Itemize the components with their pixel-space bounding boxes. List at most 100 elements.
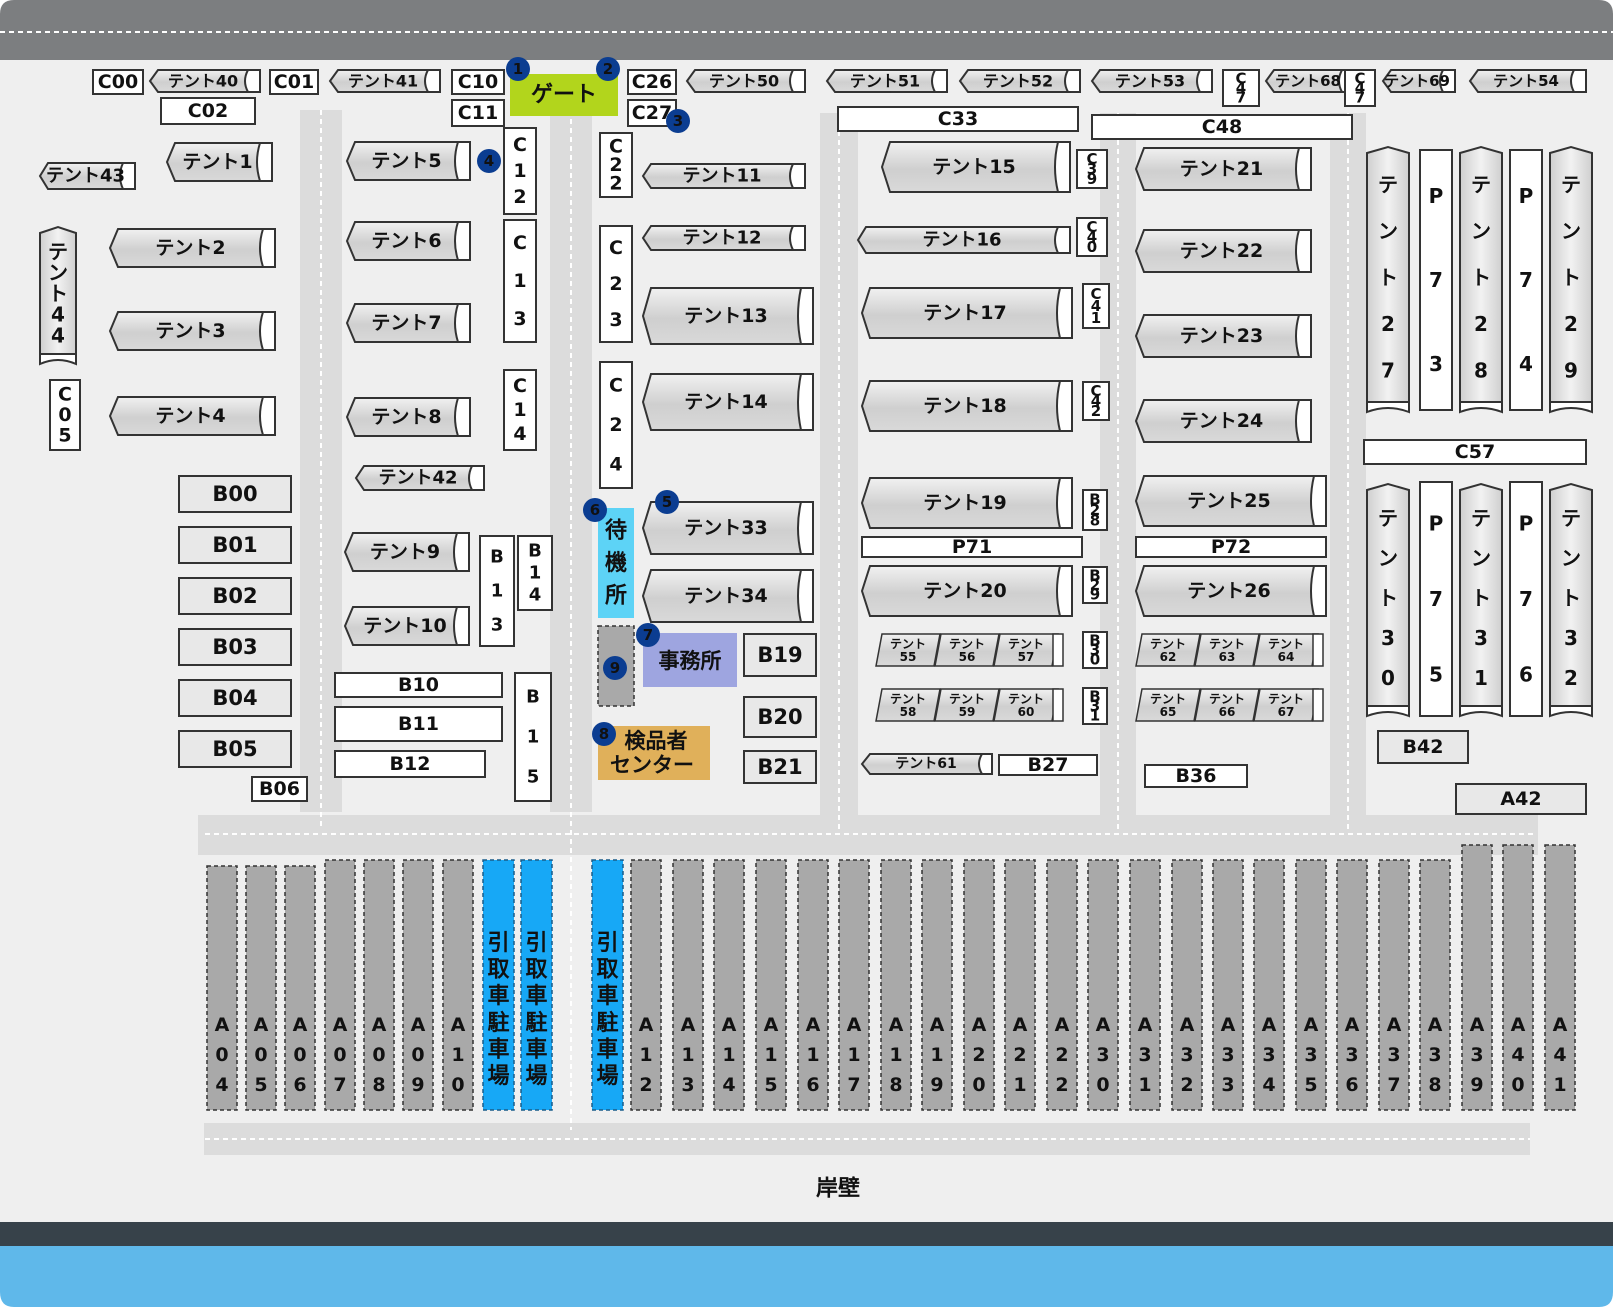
lot-B06[interactable]: B06 [251,776,308,802]
lot-C26[interactable]: C26 [627,69,677,95]
lot-B20[interactable]: B20 [743,696,817,738]
lot-C12[interactable]: C 1 2 [503,127,537,215]
lot-C41[interactable]: C41 [1082,283,1110,329]
tent-テント24[interactable]: テント24 [1134,399,1312,443]
tent-テント12[interactable]: テント12 [641,225,806,251]
tent-テント58[interactable]: テント58 [875,688,941,722]
lot-C47[interactable]: C47 [1222,69,1260,107]
lot-B11[interactable]: B11 [334,706,503,742]
tent-テント27[interactable]: テント 2 7 [1366,145,1410,414]
tent-テント55[interactable]: テント55 [875,633,941,667]
lot-A19[interactable]: A 1 9 [921,859,953,1111]
tent-テント9[interactable]: テント9 [343,532,470,572]
waiting-area[interactable]: 待機所 [598,508,634,618]
tent-テント66[interactable]: テント66 [1194,688,1260,722]
lot-A20[interactable]: A 2 0 [963,859,995,1111]
tent-テント51[interactable]: テント51 [825,69,948,93]
lot-B12[interactable]: B12 [334,750,486,778]
lot-C47[interactable]: C47 [1344,69,1376,107]
lot-C33[interactable]: C33 [837,106,1079,132]
lot-C57[interactable]: C57 [1363,439,1587,465]
lot-A39[interactable]: A 3 9 [1461,844,1493,1111]
badge-6[interactable]: 6 [583,498,607,522]
tent-テント56[interactable]: テント56 [934,633,1000,667]
tent-テント13[interactable]: テント13 [641,287,814,345]
badge-1[interactable]: 1 [506,57,530,81]
tent-テント4[interactable]: テント4 [108,396,276,436]
badge-4[interactable]: 4 [477,149,501,173]
lot-B21[interactable]: B21 [743,750,817,784]
lot-A15[interactable]: A 1 5 [755,859,787,1111]
lot-C39[interactable]: C39 [1076,149,1108,189]
tent-テント26[interactable]: テント26 [1134,565,1327,617]
tent-テント1[interactable]: テント1 [165,142,273,182]
lot-B29[interactable]: B29 [1082,566,1108,604]
lot-B10[interactable]: B10 [334,672,503,698]
tent-テント50[interactable]: テント50 [685,69,806,93]
lot-B14[interactable]: B14 [517,535,553,611]
lot-C11[interactable]: C11 [451,99,505,127]
lot-B13[interactable]: B 1 3 [479,535,515,647]
lot-C02[interactable]: C02 [160,97,256,125]
tent-テント53[interactable]: テント53 [1090,69,1213,93]
tent-テント10[interactable]: テント10 [343,606,470,646]
tent-テント7[interactable]: テント7 [345,303,471,343]
tent-テント43[interactable]: テント43 [38,162,136,190]
lot-C10[interactable]: C10 [451,69,505,95]
tent-テント60[interactable]: テント60 [993,688,1059,722]
lot-A09[interactable]: A 0 9 [402,859,434,1111]
lot-P75[interactable]: P 7 5 [1419,481,1453,717]
lot-B36[interactable]: B36 [1144,764,1248,788]
badge-8[interactable]: 8 [592,722,616,746]
lot-B27[interactable]: B27 [998,754,1098,776]
lot-A10[interactable]: A 1 0 [442,859,474,1111]
tent-テント18[interactable]: テント18 [860,380,1073,432]
tent-テント17[interactable]: テント17 [860,287,1073,339]
tent-テント67[interactable]: テント67 [1253,688,1319,722]
tent-テント41[interactable]: テント41 [328,69,441,93]
tent-テント29[interactable]: テント 2 9 [1549,145,1593,414]
tent-テント16[interactable]: テント16 [856,226,1071,254]
lot-B00[interactable]: B00 [178,475,292,513]
badge-9[interactable]: 9 [603,656,627,680]
tent-テント63[interactable]: テント63 [1194,633,1260,667]
tent-テント3[interactable]: テント3 [108,311,276,351]
lot-C24[interactable]: C 2 4 [599,361,633,489]
lot-P76[interactable]: P 7 6 [1509,481,1543,717]
lot-A05[interactable]: A 0 5 [245,865,277,1111]
lot-A42[interactable]: A42 [1455,783,1587,815]
tent-テント54[interactable]: テント54 [1468,69,1587,93]
tent-テント32[interactable]: テント 3 2 [1549,482,1593,718]
lot-A17[interactable]: A 1 7 [838,859,870,1111]
lot-A40[interactable]: A 4 0 [1502,844,1534,1111]
gate[interactable]: ゲート [510,74,618,116]
tent-テント20[interactable]: テント20 [860,565,1073,617]
tent-テント59[interactable]: テント59 [934,688,1000,722]
tent-テント61[interactable]: テント61 [860,753,993,775]
lot-B19[interactable]: B19 [743,633,817,677]
tent-テント31[interactable]: テント 3 1 [1459,482,1503,718]
pickup-parking[interactable]: 引取車駐車場 [520,859,553,1111]
tent-テント25[interactable]: テント25 [1134,475,1327,527]
tent-テント5[interactable]: テント5 [345,141,471,181]
lot-C23[interactable]: C 2 3 [599,225,633,343]
tent-テント6[interactable]: テント6 [345,221,471,261]
badge-5[interactable]: 5 [655,490,679,514]
lot-B01[interactable]: B01 [178,526,292,564]
lot-C00[interactable]: C00 [92,69,144,95]
badge-3[interactable]: 3 [666,109,690,133]
lot-A36[interactable]: A 3 6 [1336,859,1368,1111]
lot-B15[interactable]: B 1 5 [514,672,552,802]
lot-A31[interactable]: A 3 1 [1129,859,1161,1111]
tent-テント68[interactable]: テント68 [1264,69,1355,93]
tent-テント64[interactable]: テント64 [1253,633,1319,667]
lot-C13[interactable]: C 1 3 [503,219,537,343]
lot-A13[interactable]: A 1 3 [672,859,704,1111]
lot-A08[interactable]: A 0 8 [363,859,395,1111]
lot-P73[interactable]: P 7 3 [1419,149,1453,411]
tent-テント22[interactable]: テント22 [1134,229,1312,273]
lot-B03[interactable]: B03 [178,628,292,666]
lot-A16[interactable]: A 1 6 [797,859,829,1111]
lot-B28[interactable]: B28 [1082,489,1108,531]
tent-テント69[interactable]: テント69 [1381,69,1456,93]
